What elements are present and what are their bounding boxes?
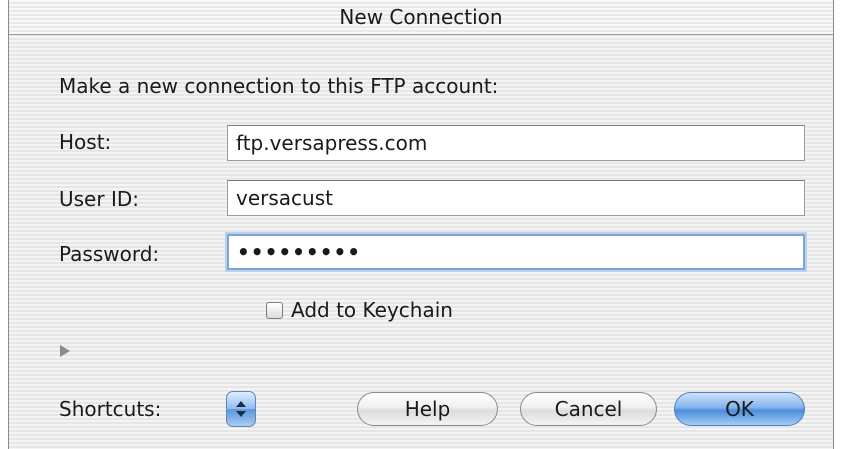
keychain-option[interactable]: Add to Keychain — [266, 297, 453, 323]
disclosure-triangle-icon[interactable] — [60, 345, 70, 357]
shortcuts-popup[interactable] — [226, 391, 256, 427]
shortcuts-label: Shortcuts: — [59, 397, 162, 421]
dialog-title: New Connection — [9, 0, 833, 35]
password-label: Password: — [59, 242, 160, 266]
host-field[interactable]: ftp.versapress.com — [227, 125, 805, 161]
host-label: Host: — [59, 130, 112, 154]
keychain-label[interactable]: Add to Keychain — [291, 298, 453, 322]
popup-up-arrow-icon — [236, 401, 246, 407]
keychain-checkbox[interactable] — [266, 301, 283, 319]
help-button[interactable]: Help — [357, 392, 498, 426]
ok-button[interactable]: OK — [674, 392, 805, 426]
user-id-field[interactable]: versacust — [227, 180, 805, 216]
new-connection-dialog: New Connection Make a new connection to … — [8, 0, 834, 449]
popup-down-arrow-icon — [236, 411, 246, 417]
password-field[interactable]: ••••••••• — [227, 234, 805, 270]
cancel-button[interactable]: Cancel — [520, 392, 657, 426]
user-id-label: User ID: — [59, 187, 139, 211]
dialog-prompt: Make a new connection to this FTP accoun… — [59, 74, 499, 98]
